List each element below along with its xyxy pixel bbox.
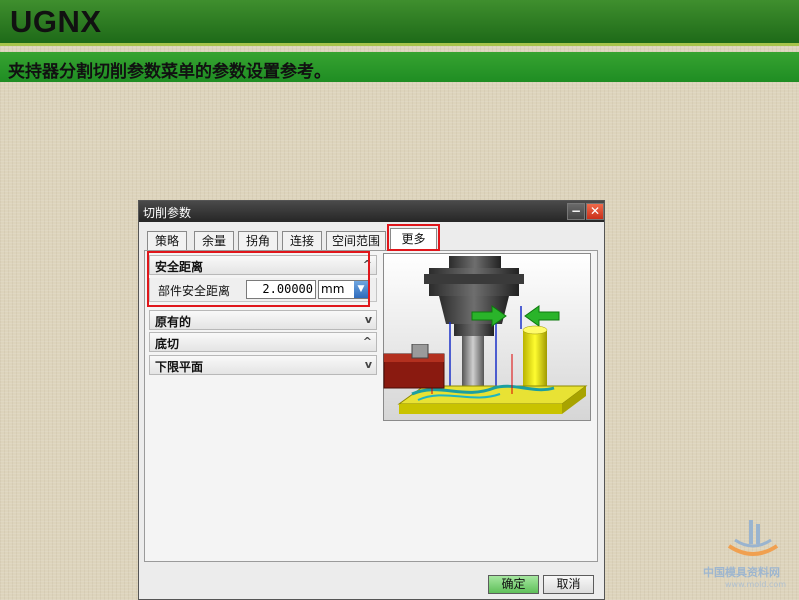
chevron-down-icon: v: [364, 313, 372, 326]
tab-strategy[interactable]: 策略: [147, 231, 187, 250]
slide-subtitle-bar: 夹持器分割切削参数菜单的参数设置参考。: [0, 52, 799, 82]
safe-distance-highlight-box: [147, 251, 370, 307]
tab-stock[interactable]: 余量: [194, 231, 234, 250]
ok-button[interactable]: 确定: [488, 575, 539, 594]
group-lower-limit-plane-header[interactable]: 下限平面 v: [149, 355, 377, 375]
close-button[interactable]: ✕: [586, 203, 604, 220]
tab-corners[interactable]: 拐角: [238, 231, 278, 250]
watermark-logo: 中国模具资料网 www.mold.com: [703, 516, 795, 598]
watermark-subtext: www.mold.com: [725, 580, 787, 589]
slide-title-bar: UGNX: [0, 0, 799, 46]
chevron-up-icon: ^: [362, 335, 372, 348]
dialog-title-bar[interactable]: 切削参数 − ✕: [139, 201, 604, 222]
tool-holder-illustration: [384, 254, 590, 420]
more-tab-highlight-box: [387, 224, 440, 251]
group-original-header[interactable]: 原有的 v: [149, 310, 377, 330]
chevron-down-icon: v: [364, 358, 372, 371]
watermark-icon: [727, 520, 779, 556]
dialog-title: 切削参数: [143, 206, 192, 220]
tab-containment[interactable]: 空间范围: [326, 231, 386, 250]
watermark-text: 中国模具资料网: [703, 566, 780, 579]
clamp-illustration: [383, 344, 445, 389]
slide-subtitle: 夹持器分割切削参数菜单的参数设置参考。: [8, 62, 331, 82]
group-original-label: 原有的: [155, 315, 192, 329]
cancel-button[interactable]: 取消: [543, 575, 594, 594]
group-undercut-header[interactable]: 底切 ^: [149, 332, 377, 352]
group-lower-limit-plane-label: 下限平面: [155, 360, 204, 374]
slide-title: UGNX: [10, 4, 102, 39]
minimize-button[interactable]: −: [567, 203, 585, 220]
tab-connections[interactable]: 连接: [282, 231, 322, 250]
group-undercut-label: 底切: [155, 337, 180, 351]
holder-clearance-preview-image: [383, 253, 591, 421]
